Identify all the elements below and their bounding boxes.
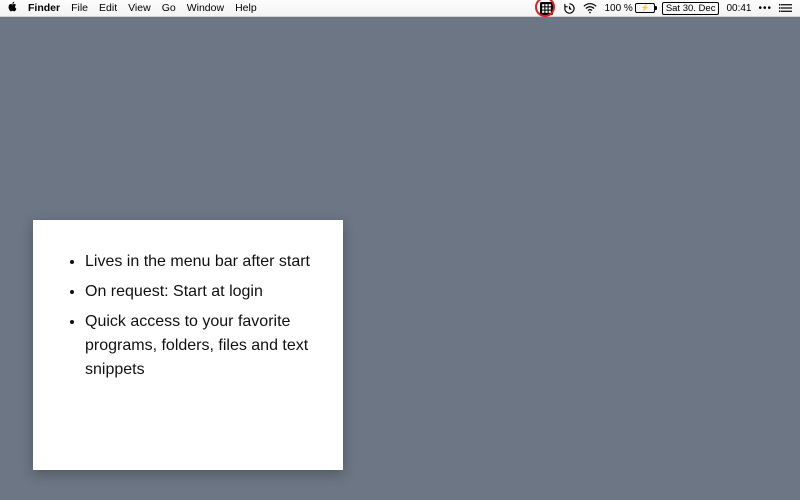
battery-status[interactable]: 100 % ⚡ xyxy=(604,3,654,14)
battery-icon: ⚡ xyxy=(635,3,655,13)
battery-percent: 100 % xyxy=(604,3,632,14)
apple-icon[interactable] xyxy=(8,1,17,15)
time-machine-icon[interactable] xyxy=(563,2,576,15)
menu-edit[interactable]: Edit xyxy=(99,2,117,14)
menu-left: Finder File Edit View Go Window Help xyxy=(0,1,257,15)
menu-help[interactable]: Help xyxy=(235,2,257,14)
app-name[interactable]: Finder xyxy=(28,2,60,14)
feature-item: Lives in the menu bar after start xyxy=(85,250,321,274)
menubar-time[interactable]: 00:41 xyxy=(726,3,751,14)
menu-window[interactable]: Window xyxy=(187,2,224,14)
notification-center-icon[interactable] xyxy=(779,3,792,13)
menu-file[interactable]: File xyxy=(71,2,88,14)
menubar-date[interactable]: Sat 30. Dec xyxy=(662,2,720,15)
menubar: Finder File Edit View Go Window Help xyxy=(0,0,800,17)
info-card: Lives in the menu bar after start On req… xyxy=(33,220,343,470)
menu-right: 100 % ⚡ Sat 30. Dec 00:41 ••• xyxy=(536,0,800,16)
feature-item: Quick access to your favorite programs, … xyxy=(85,310,321,382)
menu-view[interactable]: View xyxy=(128,2,151,14)
overflow-icon[interactable]: ••• xyxy=(758,3,772,14)
feature-item: On request: Start at login xyxy=(85,280,321,304)
wifi-icon[interactable] xyxy=(583,3,597,14)
feature-list: Lives in the menu bar after start On req… xyxy=(67,250,321,382)
menu-go[interactable]: Go xyxy=(162,2,176,14)
app-grid-menu-icon[interactable] xyxy=(536,0,556,16)
